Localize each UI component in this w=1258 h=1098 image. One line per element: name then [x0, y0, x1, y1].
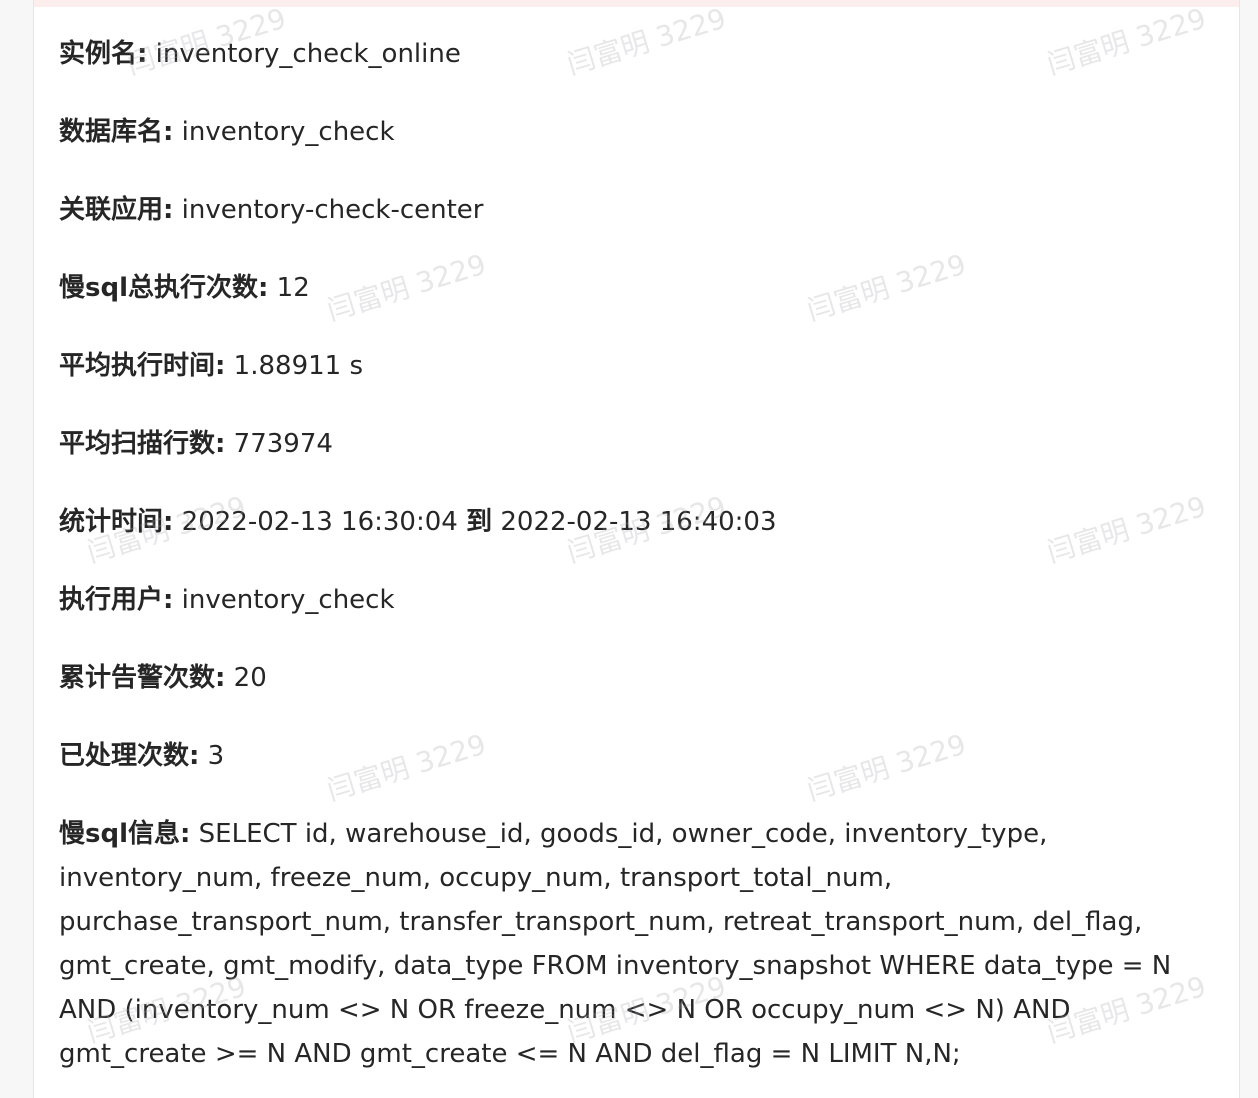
field-value: inventory-check-center: [181, 195, 484, 225]
stat-time-separator: 到: [466, 507, 493, 537]
card-top-strip: [34, 0, 1239, 7]
slow-sql-detail-card: 实例名: inventory_check_online 数据库名: invent…: [33, 0, 1240, 1098]
stat-time-end: 2022-02-13 16:40:03: [500, 507, 777, 537]
field-value: inventory_check_online: [155, 39, 461, 69]
field-slow-sql-info: 慢sql信息: SELECT id, warehouse_id, goods_i…: [59, 812, 1179, 1076]
watermark: 闫富明 3229: [803, 727, 970, 808]
field-avg-exec-time: 平均执行时间: 1.88911 s: [59, 344, 363, 388]
slow-sql-text: SELECT id, warehouse_id, goods_id, owner…: [59, 819, 1172, 1069]
field-label: 统计时间:: [59, 507, 174, 537]
field-value: 3: [207, 741, 225, 771]
field-label: 累计告警次数:: [59, 663, 226, 693]
field-database-name: 数据库名: inventory_check: [59, 110, 395, 154]
field-value: inventory_check: [181, 117, 395, 147]
field-value: 20: [233, 663, 267, 693]
field-label: 慢sql总执行次数:: [59, 273, 269, 303]
field-label: 慢sql信息:: [59, 819, 191, 849]
watermark: 闫富明 3229: [323, 727, 490, 808]
field-alert-count: 累计告警次数: 20: [59, 656, 267, 700]
field-value: 773974: [233, 429, 333, 459]
watermark: 闫富明 3229: [323, 247, 490, 328]
field-label: 执行用户:: [59, 585, 174, 615]
field-exec-user: 执行用户: inventory_check: [59, 578, 395, 622]
field-label: 关联应用:: [59, 195, 174, 225]
field-handled-count: 已处理次数: 3: [59, 734, 224, 778]
field-label: 数据库名:: [59, 117, 174, 147]
field-value: 12: [276, 273, 310, 303]
watermark: 闫富明 3229: [1043, 489, 1210, 570]
field-label: 已处理次数:: [59, 741, 200, 771]
watermark: 闫富明 3229: [563, 1, 730, 82]
field-total-exec-count: 慢sql总执行次数: 12: [59, 266, 310, 310]
field-avg-scan-rows: 平均扫描行数: 773974: [59, 422, 333, 466]
watermark: 闫富明 3229: [1043, 1, 1210, 82]
watermark: 闫富明 3229: [803, 247, 970, 328]
stat-time-start: 2022-02-13 16:30:04: [181, 507, 458, 537]
field-value: inventory_check: [181, 585, 395, 615]
field-value: 1.88911 s: [233, 351, 363, 381]
field-label: 平均执行时间:: [59, 351, 226, 381]
field-instance-name: 实例名: inventory_check_online: [59, 32, 461, 76]
field-label: 平均扫描行数:: [59, 429, 226, 459]
field-stat-time: 统计时间: 2022-02-13 16:30:04 到 2022-02-13 1…: [59, 500, 777, 544]
field-related-app: 关联应用: inventory-check-center: [59, 188, 484, 232]
field-label: 实例名:: [59, 39, 148, 69]
